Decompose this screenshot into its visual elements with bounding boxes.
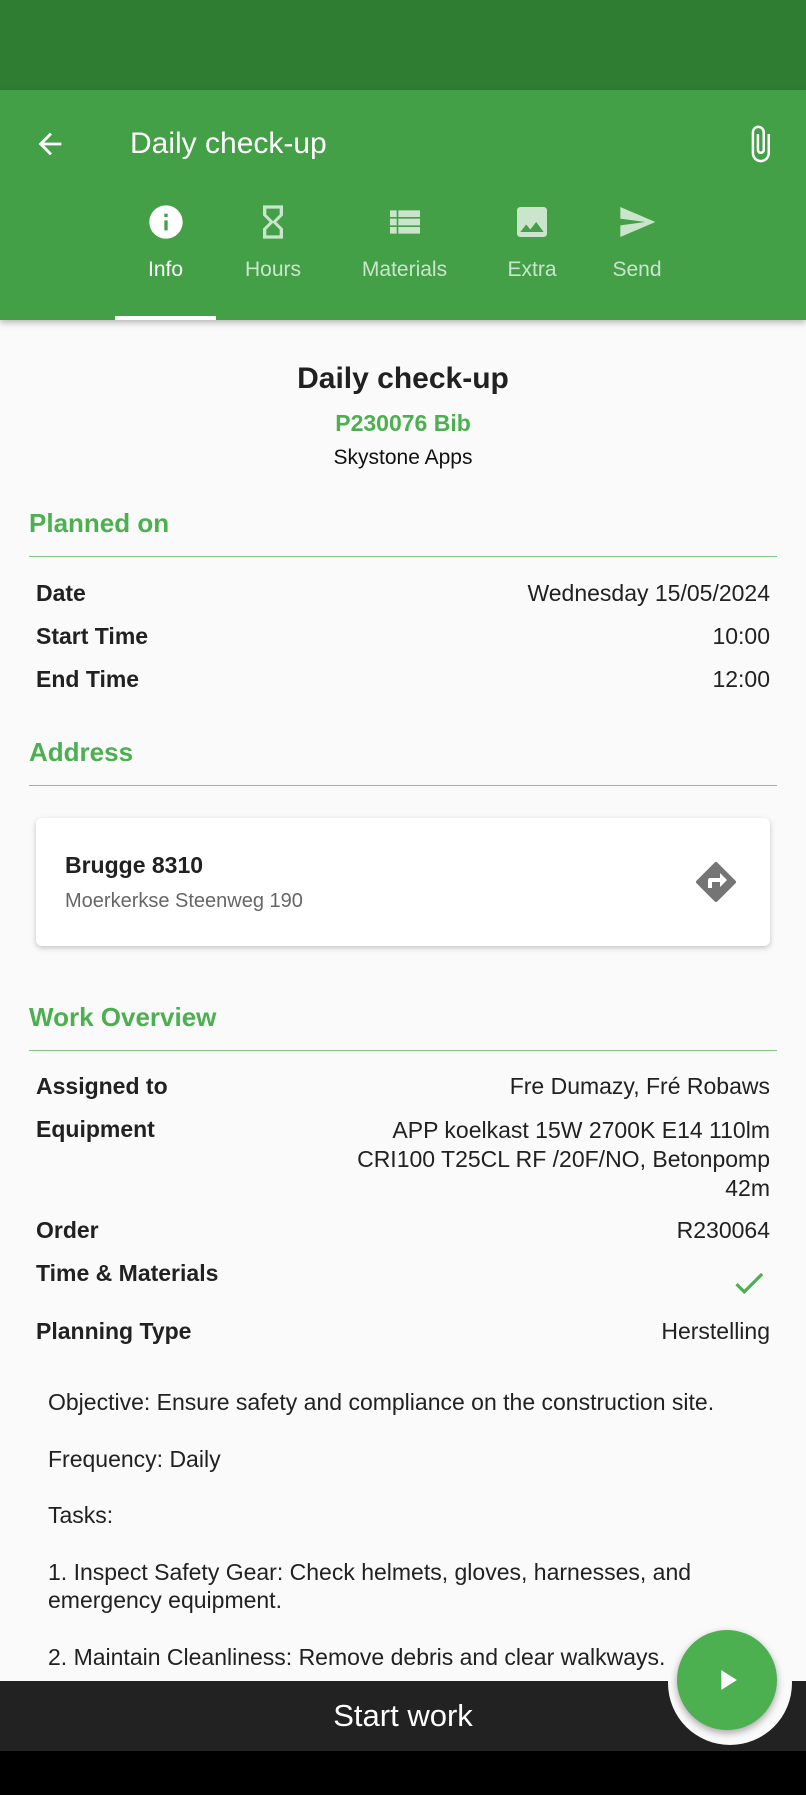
project-code: P230076 Bib [335, 410, 471, 436]
attach-button[interactable] [734, 118, 786, 170]
status-bar [0, 0, 806, 90]
order-label: Order [36, 1217, 99, 1243]
planning-type-label: Planning Type [36, 1318, 192, 1344]
directions-button[interactable] [692, 858, 740, 906]
address-street: Moerkerkse Steenweg 190 [65, 890, 303, 912]
play-button[interactable] [677, 1630, 777, 1730]
equipment-value: APP koelkast 15W 2700K E14 110lm CRI100 … [357, 1116, 770, 1203]
image-icon [512, 200, 552, 244]
send-icon [617, 200, 657, 244]
description-tasks-label: Tasks: [48, 1502, 114, 1528]
app-bar: Daily check-up Info Hours Materials Extr… [0, 90, 806, 320]
paperclip-icon [751, 125, 770, 163]
section-divider [29, 785, 777, 786]
description-objective: Objective: Ensure safety and compliance … [48, 1389, 715, 1415]
hourglass-icon [253, 200, 293, 244]
time-materials-label: Time & Materials [36, 1260, 219, 1286]
date-value: Wednesday 15/05/2024 [527, 580, 770, 606]
date-label: Date [36, 580, 86, 606]
start-time-label: Start Time [36, 623, 149, 649]
end-time-label: End Time [36, 666, 140, 692]
description-task: 2. Maintain Cleanliness: Remove debris a… [48, 1644, 666, 1670]
tab-send-label: Send [612, 258, 662, 281]
equipment-line: 42m [725, 1175, 770, 1201]
tab-hours-label: Hours [244, 258, 302, 281]
tab-materials-label: Materials [361, 258, 448, 281]
directions-icon [696, 861, 737, 902]
work-title: Daily check-up [297, 362, 509, 395]
planning-type-value: Herstelling [661, 1318, 770, 1344]
description-frequency: Frequency: Daily [48, 1446, 221, 1472]
tab-send[interactable]: Send [596, 190, 678, 320]
tab-extra[interactable]: Extra [491, 190, 573, 320]
assigned-label: Assigned to [36, 1073, 168, 1099]
address-section-title: Address [29, 737, 134, 767]
tab-info-label: Info [147, 258, 184, 281]
app-title: Daily check-up [130, 127, 327, 160]
tab-bar: Info Hours Materials Extra Send [0, 190, 806, 320]
list-icon [385, 200, 425, 244]
company-name: Skystone Apps [333, 446, 473, 469]
equipment-line: APP koelkast 15W 2700K E14 110lm [392, 1117, 770, 1143]
check-icon [730, 1264, 768, 1307]
play-icon [721, 1670, 737, 1690]
back-button[interactable] [26, 120, 74, 168]
tab-extra-label: Extra [507, 258, 557, 281]
equipment-label: Equipment [36, 1116, 155, 1142]
address-city: Brugge 8310 [65, 852, 204, 878]
start-time-value: 10:00 [712, 623, 770, 649]
end-time-value: 12:00 [712, 666, 770, 692]
order-value: R230064 [676, 1217, 770, 1243]
work-overview-section-title: Work Overview [29, 1002, 217, 1032]
address-card[interactable]: Brugge 8310 Moerkerkse Steenweg 190 [36, 818, 770, 946]
planned-section-title: Planned on [29, 508, 170, 538]
tab-hours[interactable]: Hours [228, 190, 318, 320]
tab-indicator [115, 316, 216, 320]
section-divider [29, 1050, 777, 1051]
tab-materials[interactable]: Materials [352, 190, 457, 320]
assigned-value: Fre Dumazy, Fré Robaws [509, 1073, 770, 1099]
start-work-label: Start work [333, 1698, 473, 1733]
system-nav-bar [0, 1751, 806, 1795]
description-task: 1. Inspect Safety Gear: Check helmets, g… [48, 1559, 692, 1613]
info-icon [146, 200, 186, 244]
arrow-back-icon [38, 132, 62, 156]
equipment-line: CRI100 T25CL RF /20F/NO, Betonpomp [357, 1146, 770, 1172]
section-divider [29, 556, 777, 557]
tab-info[interactable]: Info [115, 190, 216, 320]
